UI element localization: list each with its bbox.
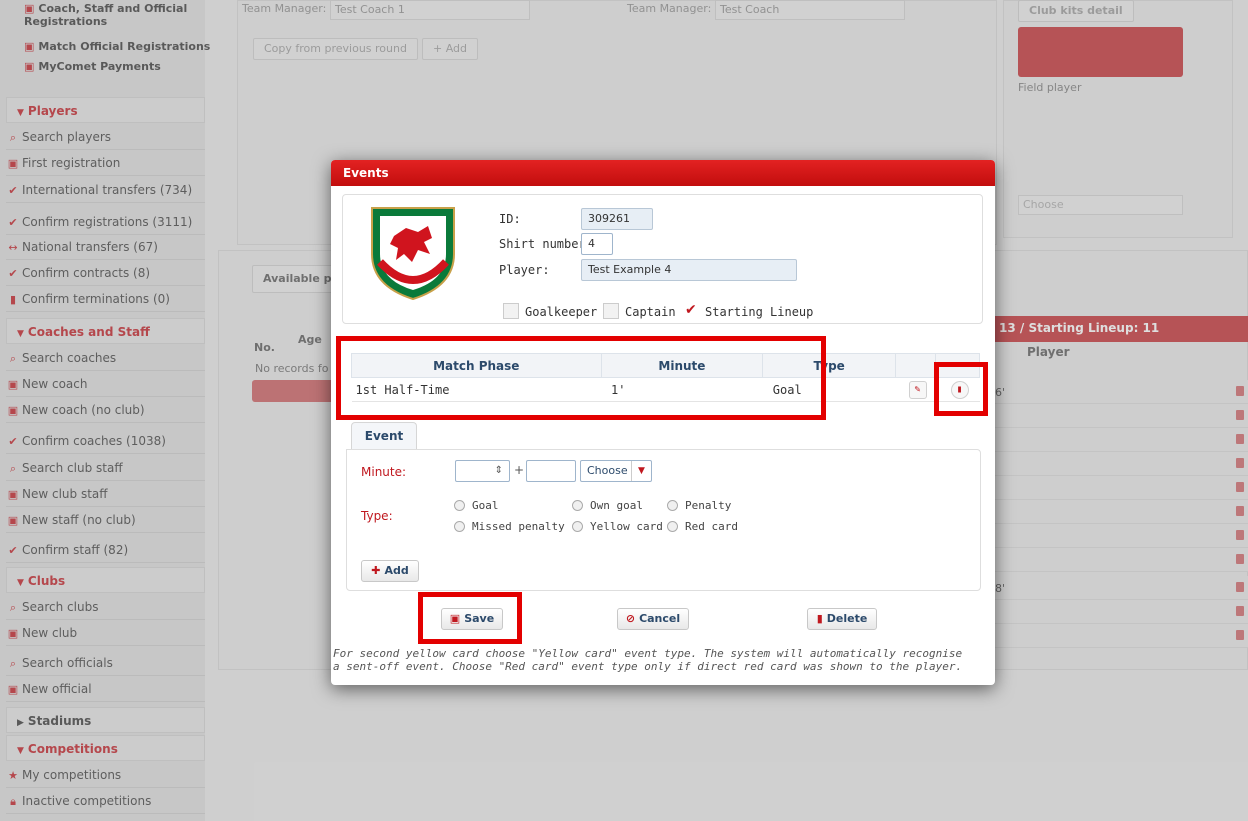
column-delete [935,353,980,378]
tab-event[interactable]: Event [351,422,417,450]
type-penalty-label: Penalty [685,499,732,512]
cancel-icon: ⊘ [625,612,636,625]
plus-sign: + [514,463,525,477]
starting-lineup-label: Starting Lineup [705,305,814,319]
type-own-goal-label: Own goal [590,499,643,512]
add-event-button[interactable]: ✚ Add [361,560,419,582]
events-table: Match Phase Minute Type 1st Half-Time 1'… [351,353,980,402]
captain-label: Captain [625,305,676,319]
minute-label: Minute: [361,465,407,479]
goalkeeper-label: Goalkeeper [525,305,598,319]
type-red-card-label: Red card [685,520,738,533]
modal-title: Events [331,160,995,186]
type-goal-label: Goal [472,499,499,512]
column-edit [895,353,936,378]
cell-minute: 1' [601,377,763,402]
goalkeeper-checkbox[interactable] [503,303,519,319]
type-goal-radio[interactable] [454,500,465,511]
help-note: For second yellow card choose "Yellow ca… [333,647,963,673]
cell-match-phase: 1st Half-Time [351,377,602,402]
trash-icon[interactable]: ▮ [950,380,969,399]
starting-lineup-checkbox[interactable]: ✔ [685,302,697,318]
trash-icon: ▮ [816,612,823,625]
save-icon: ▣ [449,612,461,625]
club-crest-icon [371,207,455,301]
edit-icon[interactable]: ✎ [908,380,927,399]
table-row[interactable]: 1st Half-Time 1' Goal ✎ ▮ [351,377,980,402]
cell-type: Goal [762,377,896,402]
id-label: ID: [499,212,521,226]
type-yellow-card-label: Yellow card [590,520,663,533]
shirt-number-input[interactable]: 4 [581,233,613,255]
chevron-down-icon: ▼ [631,461,651,481]
type-label: Type: [361,509,393,523]
column-minute: Minute [600,353,764,378]
phase-choose-select[interactable]: Choose ▼ [580,460,652,482]
stepper-arrows-icon[interactable]: ⇕ [495,461,503,481]
event-editor-frame [346,449,981,591]
minute-stepper[interactable]: ⇕ [455,460,510,482]
id-field: 309261 [581,208,653,230]
delete-button[interactable]: ▮ Delete [807,608,877,630]
save-button[interactable]: ▣ Save [441,608,503,630]
type-missed-penalty-label: Missed penalty [472,520,565,533]
plus-icon: ✚ [371,564,381,577]
player-field: Test Example 4 [581,259,797,281]
type-missed-penalty-radio[interactable] [454,521,465,532]
player-label: Player: [499,263,550,277]
column-match-phase: Match Phase [351,353,602,378]
events-modal: Events ID: 309261 Shirt number: 4 Player… [331,160,995,685]
type-yellow-card-radio[interactable] [572,521,583,532]
shirt-number-label: Shirt number: [499,237,593,251]
cancel-button[interactable]: ⊘ Cancel [617,608,689,630]
column-type: Type [762,353,897,378]
type-own-goal-radio[interactable] [572,500,583,511]
type-red-card-radio[interactable] [667,521,678,532]
type-penalty-radio[interactable] [667,500,678,511]
added-time-input[interactable] [526,460,576,482]
captain-checkbox[interactable] [603,303,619,319]
